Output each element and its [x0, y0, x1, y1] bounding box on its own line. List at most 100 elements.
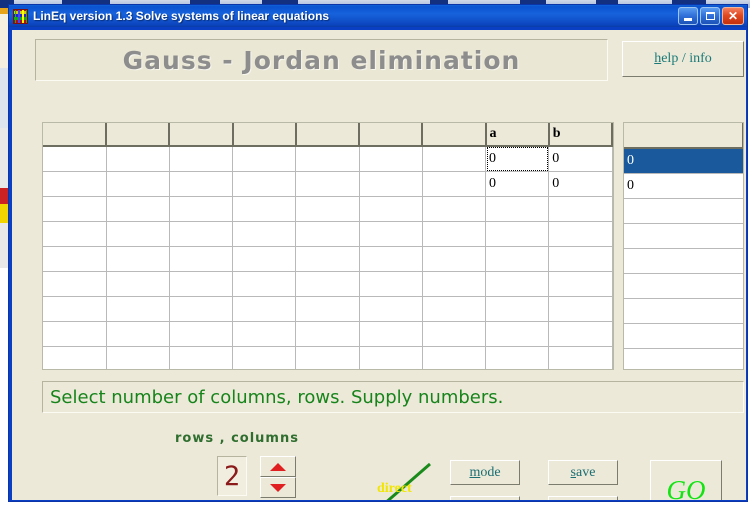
matrix-cell[interactable] — [422, 246, 487, 272]
spinner-down-button[interactable] — [260, 477, 296, 498]
mode-button[interactable]: m ode — [450, 460, 520, 485]
matrix-cell[interactable] — [169, 171, 234, 197]
matrix-cell[interactable]: 0 — [485, 171, 550, 197]
matrix-cell[interactable] — [422, 346, 487, 369]
matrix-cell[interactable] — [232, 296, 297, 322]
matrix-cell[interactable] — [485, 271, 550, 297]
result-cell[interactable] — [624, 198, 743, 224]
result-cell[interactable] — [624, 223, 743, 249]
matrix-cell[interactable] — [43, 296, 107, 322]
matrix-cell[interactable] — [422, 271, 487, 297]
matrix-cell[interactable] — [106, 171, 170, 197]
result-cell[interactable]: 0 — [624, 173, 743, 199]
size-spinner-value[interactable]: 2 — [217, 456, 247, 496]
matrix-cell[interactable] — [485, 321, 550, 347]
matrix-cell[interactable] — [232, 321, 297, 347]
matrix-cell[interactable] — [106, 246, 170, 272]
matrix-cell[interactable] — [548, 321, 613, 347]
matrix-cell[interactable] — [422, 146, 487, 172]
results-grid[interactable]: 00 — [623, 122, 744, 370]
matrix-cell[interactable] — [485, 246, 550, 272]
matrix-cell[interactable] — [485, 196, 550, 222]
reset-button[interactable]: reset — [450, 496, 520, 500]
matrix-cell[interactable] — [232, 271, 297, 297]
matrix-cell[interactable] — [43, 196, 107, 222]
matrix-cell[interactable] — [169, 271, 234, 297]
matrix-cell[interactable] — [232, 221, 297, 247]
matrix-cell[interactable] — [548, 196, 613, 222]
matrix-cell[interactable] — [169, 296, 234, 322]
matrix-cell[interactable] — [232, 346, 297, 369]
matrix-cell[interactable] — [295, 221, 360, 247]
matrix-cell[interactable] — [106, 296, 170, 322]
matrix-cell[interactable] — [548, 221, 613, 247]
matrix-cell[interactable] — [232, 246, 297, 272]
matrix-cell[interactable] — [43, 146, 107, 172]
reload-button[interactable]: reload — [548, 496, 618, 500]
matrix-cell[interactable] — [295, 271, 360, 297]
matrix-cell[interactable] — [106, 196, 170, 222]
matrix-cell[interactable] — [359, 271, 423, 297]
matrix-cell[interactable] — [359, 346, 423, 369]
result-cell[interactable] — [624, 348, 743, 369]
matrix-cell[interactable] — [295, 146, 360, 172]
matrix-cell[interactable] — [169, 346, 234, 369]
close-button[interactable]: ✕ — [722, 7, 744, 25]
go-button[interactable]: GO — [650, 460, 722, 500]
matrix-cell[interactable] — [169, 196, 234, 222]
matrix-cell[interactable] — [106, 221, 170, 247]
matrix-cell[interactable]: 0 — [485, 146, 550, 172]
matrix-cell[interactable] — [169, 321, 234, 347]
matrix-cell[interactable] — [43, 246, 107, 272]
matrix-cell[interactable] — [359, 321, 423, 347]
result-cell[interactable] — [624, 248, 743, 274]
matrix-cell[interactable] — [485, 296, 550, 322]
matrix-cell[interactable] — [548, 346, 613, 369]
matrix-cell[interactable] — [422, 296, 487, 322]
matrix-cell[interactable] — [422, 221, 487, 247]
maximize-button[interactable] — [700, 7, 720, 25]
matrix-cell[interactable] — [169, 246, 234, 272]
matrix-cell[interactable] — [422, 196, 487, 222]
matrix-cell[interactable] — [295, 246, 360, 272]
matrix-cell[interactable] — [548, 271, 613, 297]
matrix-cell[interactable] — [232, 171, 297, 197]
minimize-button[interactable] — [678, 7, 698, 25]
matrix-cell[interactable] — [422, 171, 487, 197]
matrix-cell[interactable] — [295, 346, 360, 369]
result-cell[interactable] — [624, 273, 743, 299]
matrix-cell[interactable] — [422, 321, 487, 347]
help-info-button[interactable]: h elp / info — [622, 41, 744, 77]
matrix-cell[interactable] — [232, 146, 297, 172]
save-button[interactable]: s ave — [548, 460, 618, 485]
matrix-cell[interactable] — [169, 221, 234, 247]
matrix-cell[interactable]: 0 — [548, 171, 613, 197]
matrix-cell[interactable] — [43, 321, 107, 347]
matrix-cell[interactable] — [106, 271, 170, 297]
result-cell[interactable]: 0 — [624, 148, 743, 174]
matrix-cell[interactable] — [295, 321, 360, 347]
matrix-cell[interactable] — [359, 196, 423, 222]
matrix-cell[interactable] — [359, 146, 423, 172]
matrix-cell[interactable] — [43, 271, 107, 297]
matrix-cell[interactable] — [106, 321, 170, 347]
result-cell[interactable] — [624, 323, 743, 349]
matrix-cell[interactable] — [295, 196, 360, 222]
matrix-cell[interactable] — [43, 171, 107, 197]
matrix-cell[interactable] — [359, 171, 423, 197]
matrix-cell[interactable] — [548, 246, 613, 272]
matrix-cell[interactable] — [169, 146, 234, 172]
matrix-cell[interactable] — [295, 171, 360, 197]
matrix-cell[interactable] — [43, 221, 107, 247]
matrix-cell[interactable] — [359, 246, 423, 272]
matrix-cell[interactable] — [232, 196, 297, 222]
matrix-cell[interactable] — [106, 346, 170, 369]
matrix-cell[interactable] — [548, 296, 613, 322]
matrix-cell[interactable] — [43, 346, 107, 369]
matrix-cell[interactable]: 0 — [548, 146, 613, 172]
matrix-grid[interactable]: ab 0000 — [42, 122, 614, 370]
matrix-cell[interactable] — [485, 221, 550, 247]
matrix-cell[interactable] — [359, 221, 423, 247]
matrix-cell[interactable] — [295, 296, 360, 322]
spinner-up-button[interactable] — [260, 456, 296, 477]
